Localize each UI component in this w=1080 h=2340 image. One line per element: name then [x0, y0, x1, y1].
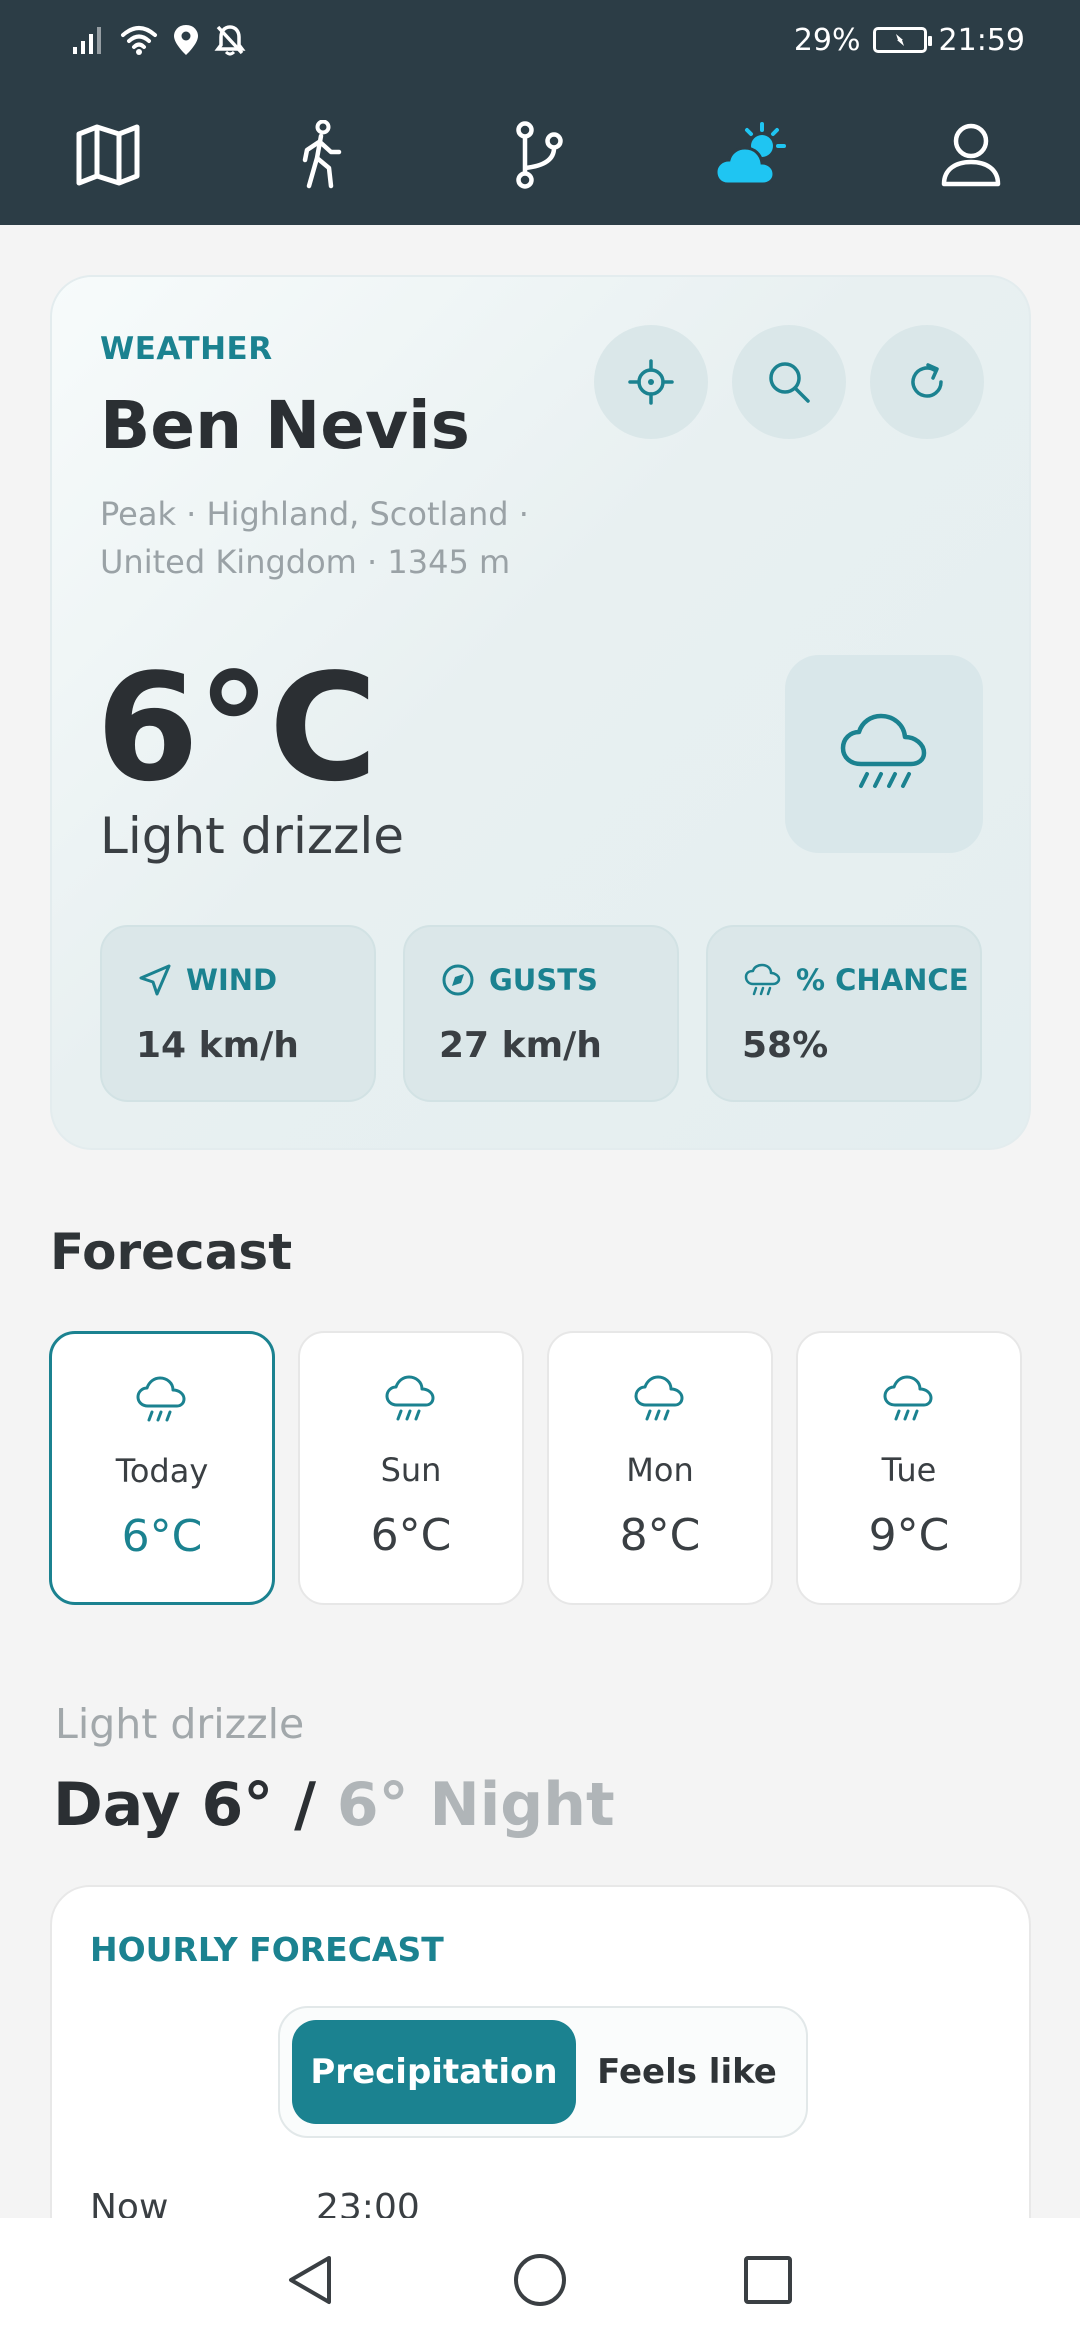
location-name: Ben Nevis [100, 387, 470, 464]
home-button[interactable] [500, 2240, 580, 2320]
refresh-icon [911, 363, 943, 398]
day-temp: 6°C [121, 1511, 203, 1562]
hourly-mode-toggle: Precipitation Feels like [278, 2006, 808, 2138]
stat-gusts: GUSTS 27 km/h [403, 925, 679, 1102]
profile-icon [941, 123, 1001, 187]
nav-profile[interactable] [926, 110, 1016, 200]
stat-wind-header: WIND [138, 963, 277, 997]
rain-cloud-icon [385, 1375, 435, 1421]
compass-icon [442, 964, 474, 996]
rain-cloud-small-icon [744, 963, 781, 996]
current-temperature: 6°C [96, 642, 378, 814]
summary-day-night: Day 6° / 6° Night [53, 1770, 615, 1840]
nav-map[interactable] [63, 110, 153, 200]
battery-icon [872, 27, 932, 53]
status-right: 29% 21:59 [794, 18, 1025, 62]
day-name: Today [115, 1452, 209, 1490]
app-header: 29% 21:59 [0, 0, 1080, 225]
stat-chance-header: % CHANCE [744, 963, 969, 997]
system-nav-bar [0, 2218, 1080, 2340]
forecast-day-today[interactable]: Today 6°C [49, 1331, 275, 1605]
location-subtitle-line1: Peak · Highland, Scotland · [100, 495, 529, 533]
nav-hiking[interactable] [277, 110, 367, 200]
day-name: Mon [626, 1451, 694, 1489]
signal-icon [73, 27, 101, 54]
hourly-title: HOURLY FORECAST [90, 1930, 444, 1969]
map-icon [76, 124, 140, 186]
back-button[interactable] [270, 2240, 350, 2320]
stat-gusts-value: 27 km/h [439, 1025, 602, 1066]
hiker-icon [302, 120, 342, 189]
main-nav [0, 100, 1080, 205]
search-icon [769, 362, 810, 403]
back-triangle-icon [289, 2256, 331, 2304]
day-temp: 8°C [619, 1510, 701, 1561]
stat-wind-value: 14 km/h [136, 1025, 299, 1066]
day-icon-wrap [52, 1376, 272, 1426]
day-icon-wrap [300, 1375, 522, 1425]
route-icon [516, 121, 563, 189]
card-kicker: WEATHER [100, 331, 273, 367]
navigation-arrow-icon [139, 964, 171, 996]
tab-precipitation[interactable]: Precipitation [292, 2020, 576, 2124]
stat-chance: % CHANCE 58% [706, 925, 982, 1102]
day-temp: 6°C [370, 1510, 452, 1561]
condition-icon-tile [785, 655, 983, 853]
battery-percent: 29% [793, 22, 861, 58]
summary-night: 6° Night [336, 1770, 615, 1840]
stat-gusts-header: GUSTS [441, 963, 598, 997]
summary-day: Day 6° / [53, 1770, 316, 1840]
forecast-title: Forecast [50, 1223, 293, 1281]
stat-wind: WIND 14 km/h [100, 925, 376, 1102]
recents-square-icon [744, 2256, 792, 2304]
tab-feels-like[interactable]: Feels like [576, 2020, 798, 2124]
rain-cloud-icon [634, 1375, 684, 1421]
home-circle-icon [514, 2254, 566, 2306]
wifi-icon [121, 26, 157, 55]
locate-button[interactable] [594, 325, 708, 439]
rain-cloud-icon [840, 713, 927, 788]
forecast-day-mon[interactable]: Mon 8°C [547, 1331, 773, 1605]
stat-chance-value: 58% [742, 1025, 829, 1066]
locate-icon [628, 359, 674, 405]
nav-weather[interactable] [708, 110, 798, 200]
clock: 21:59 [938, 22, 1025, 58]
current-weather-card: WEATHER Ben Nevis Peak · Highland, Scotl… [50, 275, 1031, 1150]
forecast-day-tue[interactable]: Tue 9°C [796, 1331, 1022, 1605]
search-button[interactable] [732, 325, 846, 439]
location-subtitle-line2: United Kingdom · 1345 m [100, 543, 511, 581]
rain-cloud-icon [883, 1375, 933, 1421]
day-icon-wrap [798, 1375, 1020, 1425]
day-temp: 9°C [868, 1510, 950, 1561]
stat-chance-label: % CHANCE [796, 963, 969, 997]
refresh-button[interactable] [870, 325, 984, 439]
day-name: Tue [881, 1451, 937, 1489]
weather-icon [714, 122, 786, 186]
forecast-day-sun[interactable]: Sun 6°C [298, 1331, 524, 1605]
status-icons [72, 18, 246, 62]
stat-gusts-label: GUSTS [489, 963, 598, 997]
location-pin-icon [174, 25, 198, 55]
location-subtitle: Peak · Highland, Scotland · United Kingd… [100, 490, 540, 586]
nav-routes[interactable] [494, 110, 584, 200]
recents-button[interactable] [728, 2240, 808, 2320]
day-name: Sun [380, 1451, 442, 1489]
rain-cloud-icon [136, 1376, 186, 1422]
current-condition: Light drizzle [100, 807, 405, 865]
day-icon-wrap [549, 1375, 771, 1425]
summary-condition: Light drizzle [55, 1700, 305, 1748]
status-bar: 29% 21:59 [0, 0, 1080, 80]
bell-off-icon [214, 25, 246, 56]
stat-wind-label: WIND [186, 963, 278, 997]
